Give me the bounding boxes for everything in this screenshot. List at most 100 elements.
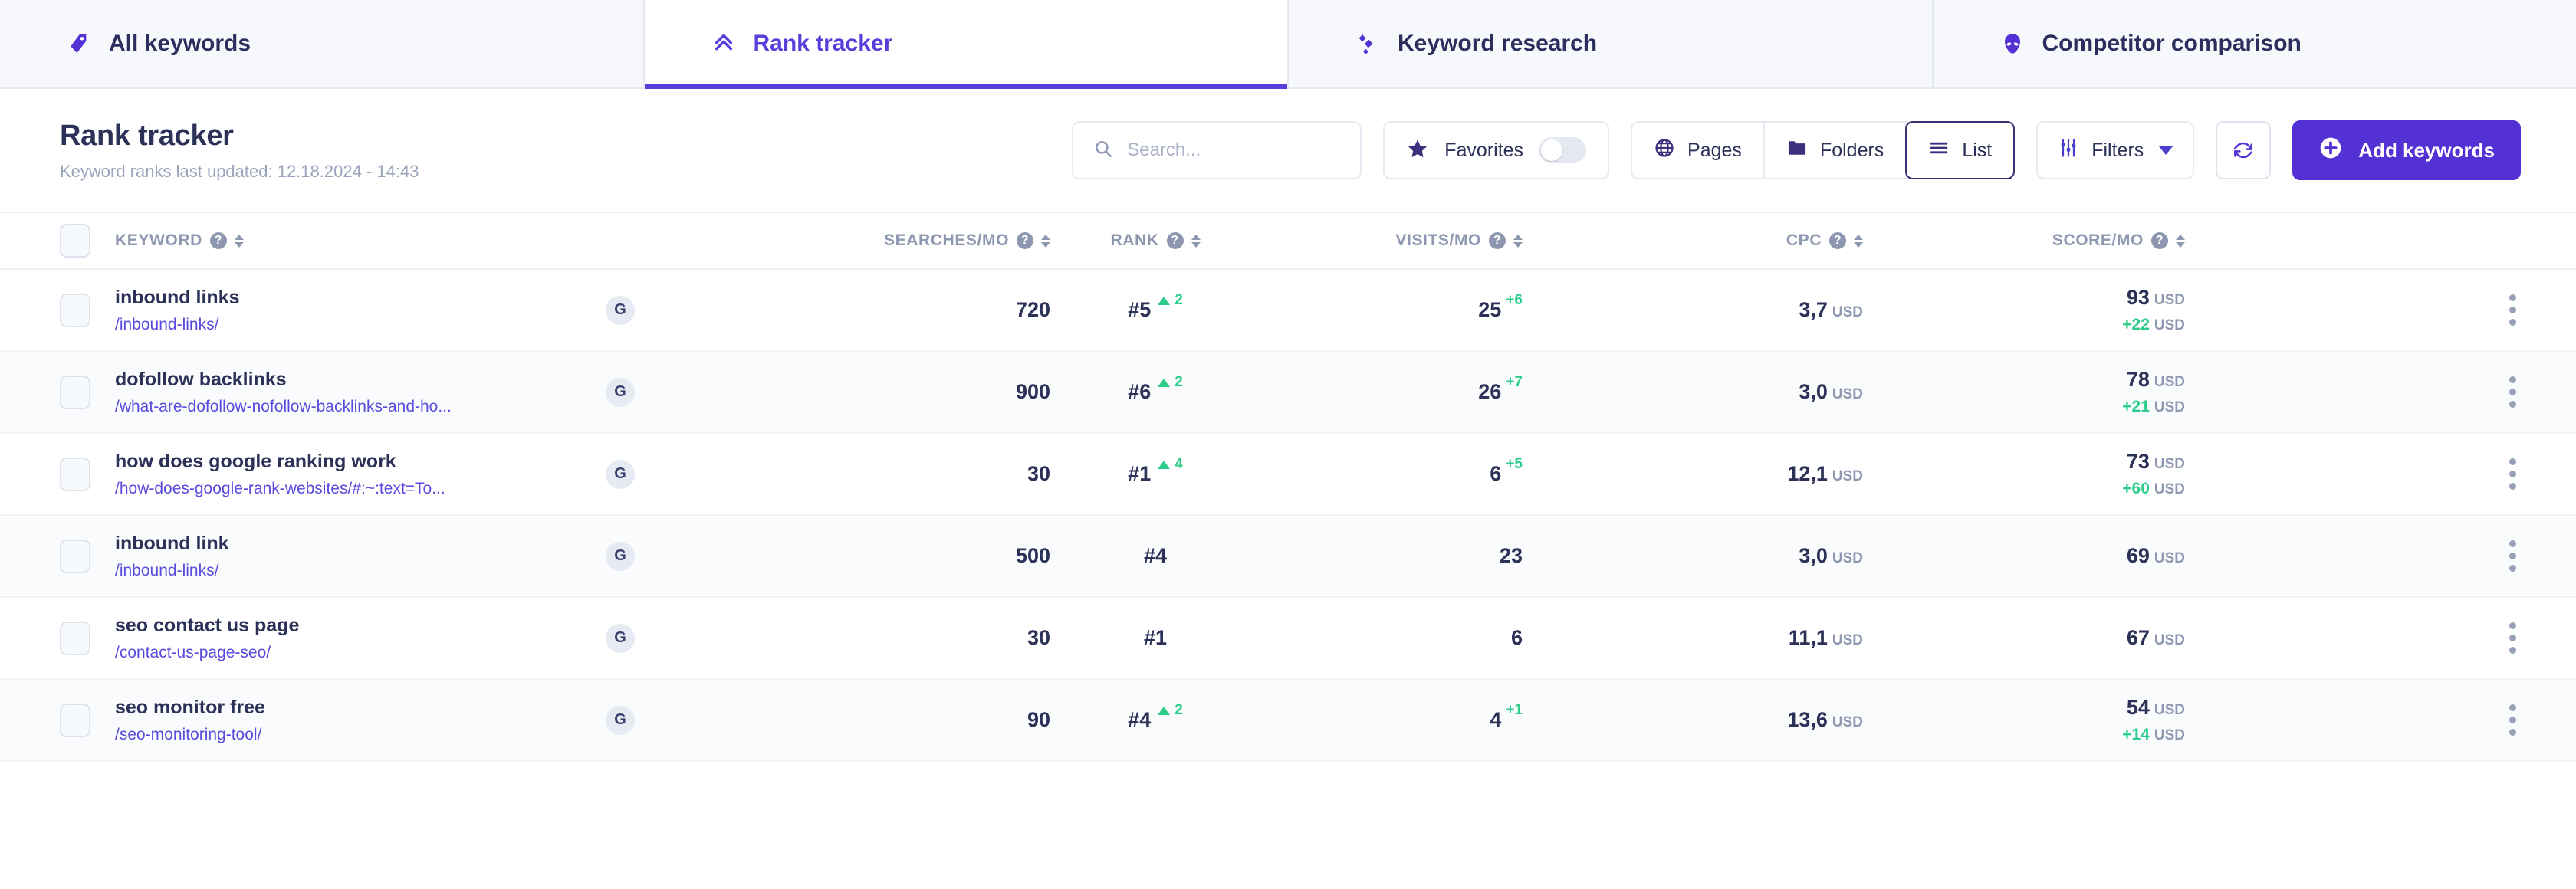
favorites-filter[interactable]: Favorites (1383, 121, 1610, 179)
score-delta: +22 USD (2122, 316, 2185, 333)
keyword-url[interactable]: /what-are-dofollow-nofollow-backlinks-an… (115, 398, 606, 416)
row-menu-button[interactable] (2505, 700, 2521, 740)
sort-icon[interactable] (1041, 234, 1050, 248)
engine-cell: G (606, 377, 705, 407)
row-menu-button[interactable] (2505, 454, 2521, 494)
row-checkbox[interactable] (60, 621, 90, 655)
globe-icon (1654, 137, 1675, 164)
rank-cell: #1 4 (1050, 456, 1280, 486)
cpc-cell: 12,1 USD (1587, 462, 1863, 486)
row-menu-button[interactable] (2505, 372, 2521, 412)
visits-cell: 25 +6 (1280, 292, 1587, 322)
help-icon[interactable]: ? (2151, 232, 2168, 249)
table-row[interactable]: how does google ranking work/how-does-go… (0, 434, 2576, 516)
cpc-value: 12,1 (1787, 462, 1828, 485)
view-list-button[interactable]: List (1905, 121, 2016, 179)
score-value: 93 (2126, 286, 2150, 309)
add-keywords-button[interactable]: Add keywords (2292, 120, 2521, 180)
keyword-cell: seo contact us page/contact-us-page-seo/ (115, 615, 606, 662)
view-pages-button[interactable]: Pages (1632, 123, 1765, 178)
header-score[interactable]: SCORE/MO ? (1863, 231, 2185, 250)
row-actions-cell (2185, 700, 2521, 740)
row-actions-cell (2185, 290, 2521, 330)
tab-competitor-comparison[interactable]: Competitor comparison (1933, 0, 2576, 87)
google-engine-icon: G (606, 705, 635, 735)
search-input[interactable] (1127, 139, 1341, 161)
table-row[interactable]: dofollow backlinks/what-are-dofollow-nof… (0, 352, 2576, 434)
tab-label: Keyword research (1398, 31, 1598, 56)
searches-value: 720 (1015, 298, 1050, 321)
rank-value: #6 (1128, 380, 1152, 403)
view-folders-button[interactable]: Folders (1765, 123, 1907, 178)
searches-cell: 900 (705, 380, 1050, 404)
filters-label: Filters (2091, 139, 2144, 161)
row-checkbox[interactable] (60, 375, 90, 409)
cpc-cell: 13,6 USD (1587, 708, 1863, 732)
refresh-button[interactable] (2216, 121, 2272, 179)
row-checkbox[interactable] (60, 293, 90, 327)
sort-icon[interactable] (1191, 234, 1201, 248)
keyword-url[interactable]: /how-does-google-rank-websites/#:~:text=… (115, 480, 606, 498)
row-menu-button[interactable] (2505, 536, 2521, 576)
help-icon[interactable]: ? (1489, 232, 1506, 249)
arrow-up-icon (1158, 706, 1171, 715)
cpc-value: 3,7 (1799, 298, 1828, 321)
visits-value: 23 (1499, 544, 1523, 567)
table-row[interactable]: inbound links/inbound-links/G 720 #5 2 25 +6 3… (0, 270, 2576, 352)
searches-cell: 720 (705, 298, 1050, 322)
visits-cell: 6 +5 (1280, 456, 1587, 486)
sort-icon[interactable] (1854, 234, 1863, 248)
score-cell: 69 USD (1863, 544, 2185, 568)
cpc-cell: 3,0 USD (1587, 544, 1863, 568)
visits-delta: +7 (1506, 374, 1523, 390)
keyword-url[interactable]: /seo-monitoring-tool/ (115, 726, 606, 744)
sort-icon[interactable] (2176, 234, 2185, 248)
table-row[interactable]: seo monitor free/seo-monitoring-tool/G 90… (0, 680, 2576, 762)
engine-cell: G (606, 705, 705, 735)
keyword-url[interactable]: /contact-us-page-seo/ (115, 644, 606, 662)
header-visits[interactable]: VISITS/MO ? (1280, 231, 1587, 250)
star-icon (1406, 137, 1429, 164)
header-searches[interactable]: SEARCHES/MO ? (705, 231, 1050, 250)
sort-icon[interactable] (234, 234, 244, 248)
row-checkbox[interactable] (60, 703, 90, 737)
help-icon[interactable]: ? (1017, 232, 1033, 249)
search-box[interactable] (1072, 121, 1362, 179)
rank-cell: #6 2 (1050, 374, 1280, 404)
tab-all-keywords[interactable]: All keywords (0, 0, 645, 87)
rank-delta: 4 (1158, 456, 1183, 473)
row-checkbox[interactable] (60, 539, 90, 573)
header-searches-label: SEARCHES/MO (884, 231, 1009, 249)
keyword-url[interactable]: /inbound-links/ (115, 316, 606, 334)
help-icon[interactable]: ? (1829, 232, 1846, 249)
tab-label: Competitor comparison (2042, 31, 2302, 56)
table-row[interactable]: seo contact us page/contact-us-page-seo/… (0, 598, 2576, 680)
tab-rank-tracker[interactable]: Rank tracker (644, 0, 1289, 89)
select-all-checkbox[interactable] (60, 224, 90, 258)
row-menu-button[interactable] (2505, 618, 2521, 658)
header-cpc[interactable]: CPC ? (1587, 231, 1863, 250)
header-visits-label: VISITS/MO (1395, 231, 1481, 249)
row-checkbox[interactable] (60, 457, 90, 491)
score-unit: USD (2154, 456, 2185, 472)
keyword-url[interactable]: /inbound-links/ (115, 562, 606, 580)
google-engine-icon: G (606, 459, 635, 489)
keyword-name: inbound links (115, 286, 240, 308)
favorites-label: Favorites (1444, 139, 1524, 161)
cpc-unit: USD (1832, 468, 1863, 484)
tab-keyword-research[interactable]: Keyword research (1289, 0, 1934, 87)
score-unit: USD (2154, 702, 2185, 718)
help-icon[interactable]: ? (209, 232, 227, 249)
rank-value: #5 (1128, 298, 1152, 321)
header-keyword[interactable]: KEYWORD ? (115, 231, 606, 250)
header-rank[interactable]: RANK ? (1050, 231, 1280, 250)
filters-button[interactable]: Filters (2036, 121, 2195, 179)
sort-icon[interactable] (1513, 234, 1523, 248)
help-icon[interactable]: ? (1166, 232, 1184, 249)
row-actions-cell (2185, 454, 2521, 494)
keyword-name: seo monitor free (115, 696, 265, 718)
row-menu-button[interactable] (2505, 290, 2521, 330)
visits-value: 6 (1510, 626, 1523, 649)
favorites-toggle[interactable] (1539, 137, 1587, 163)
table-row[interactable]: inbound link/inbound-links/G 500 #4 23 3,0 US… (0, 516, 2576, 598)
